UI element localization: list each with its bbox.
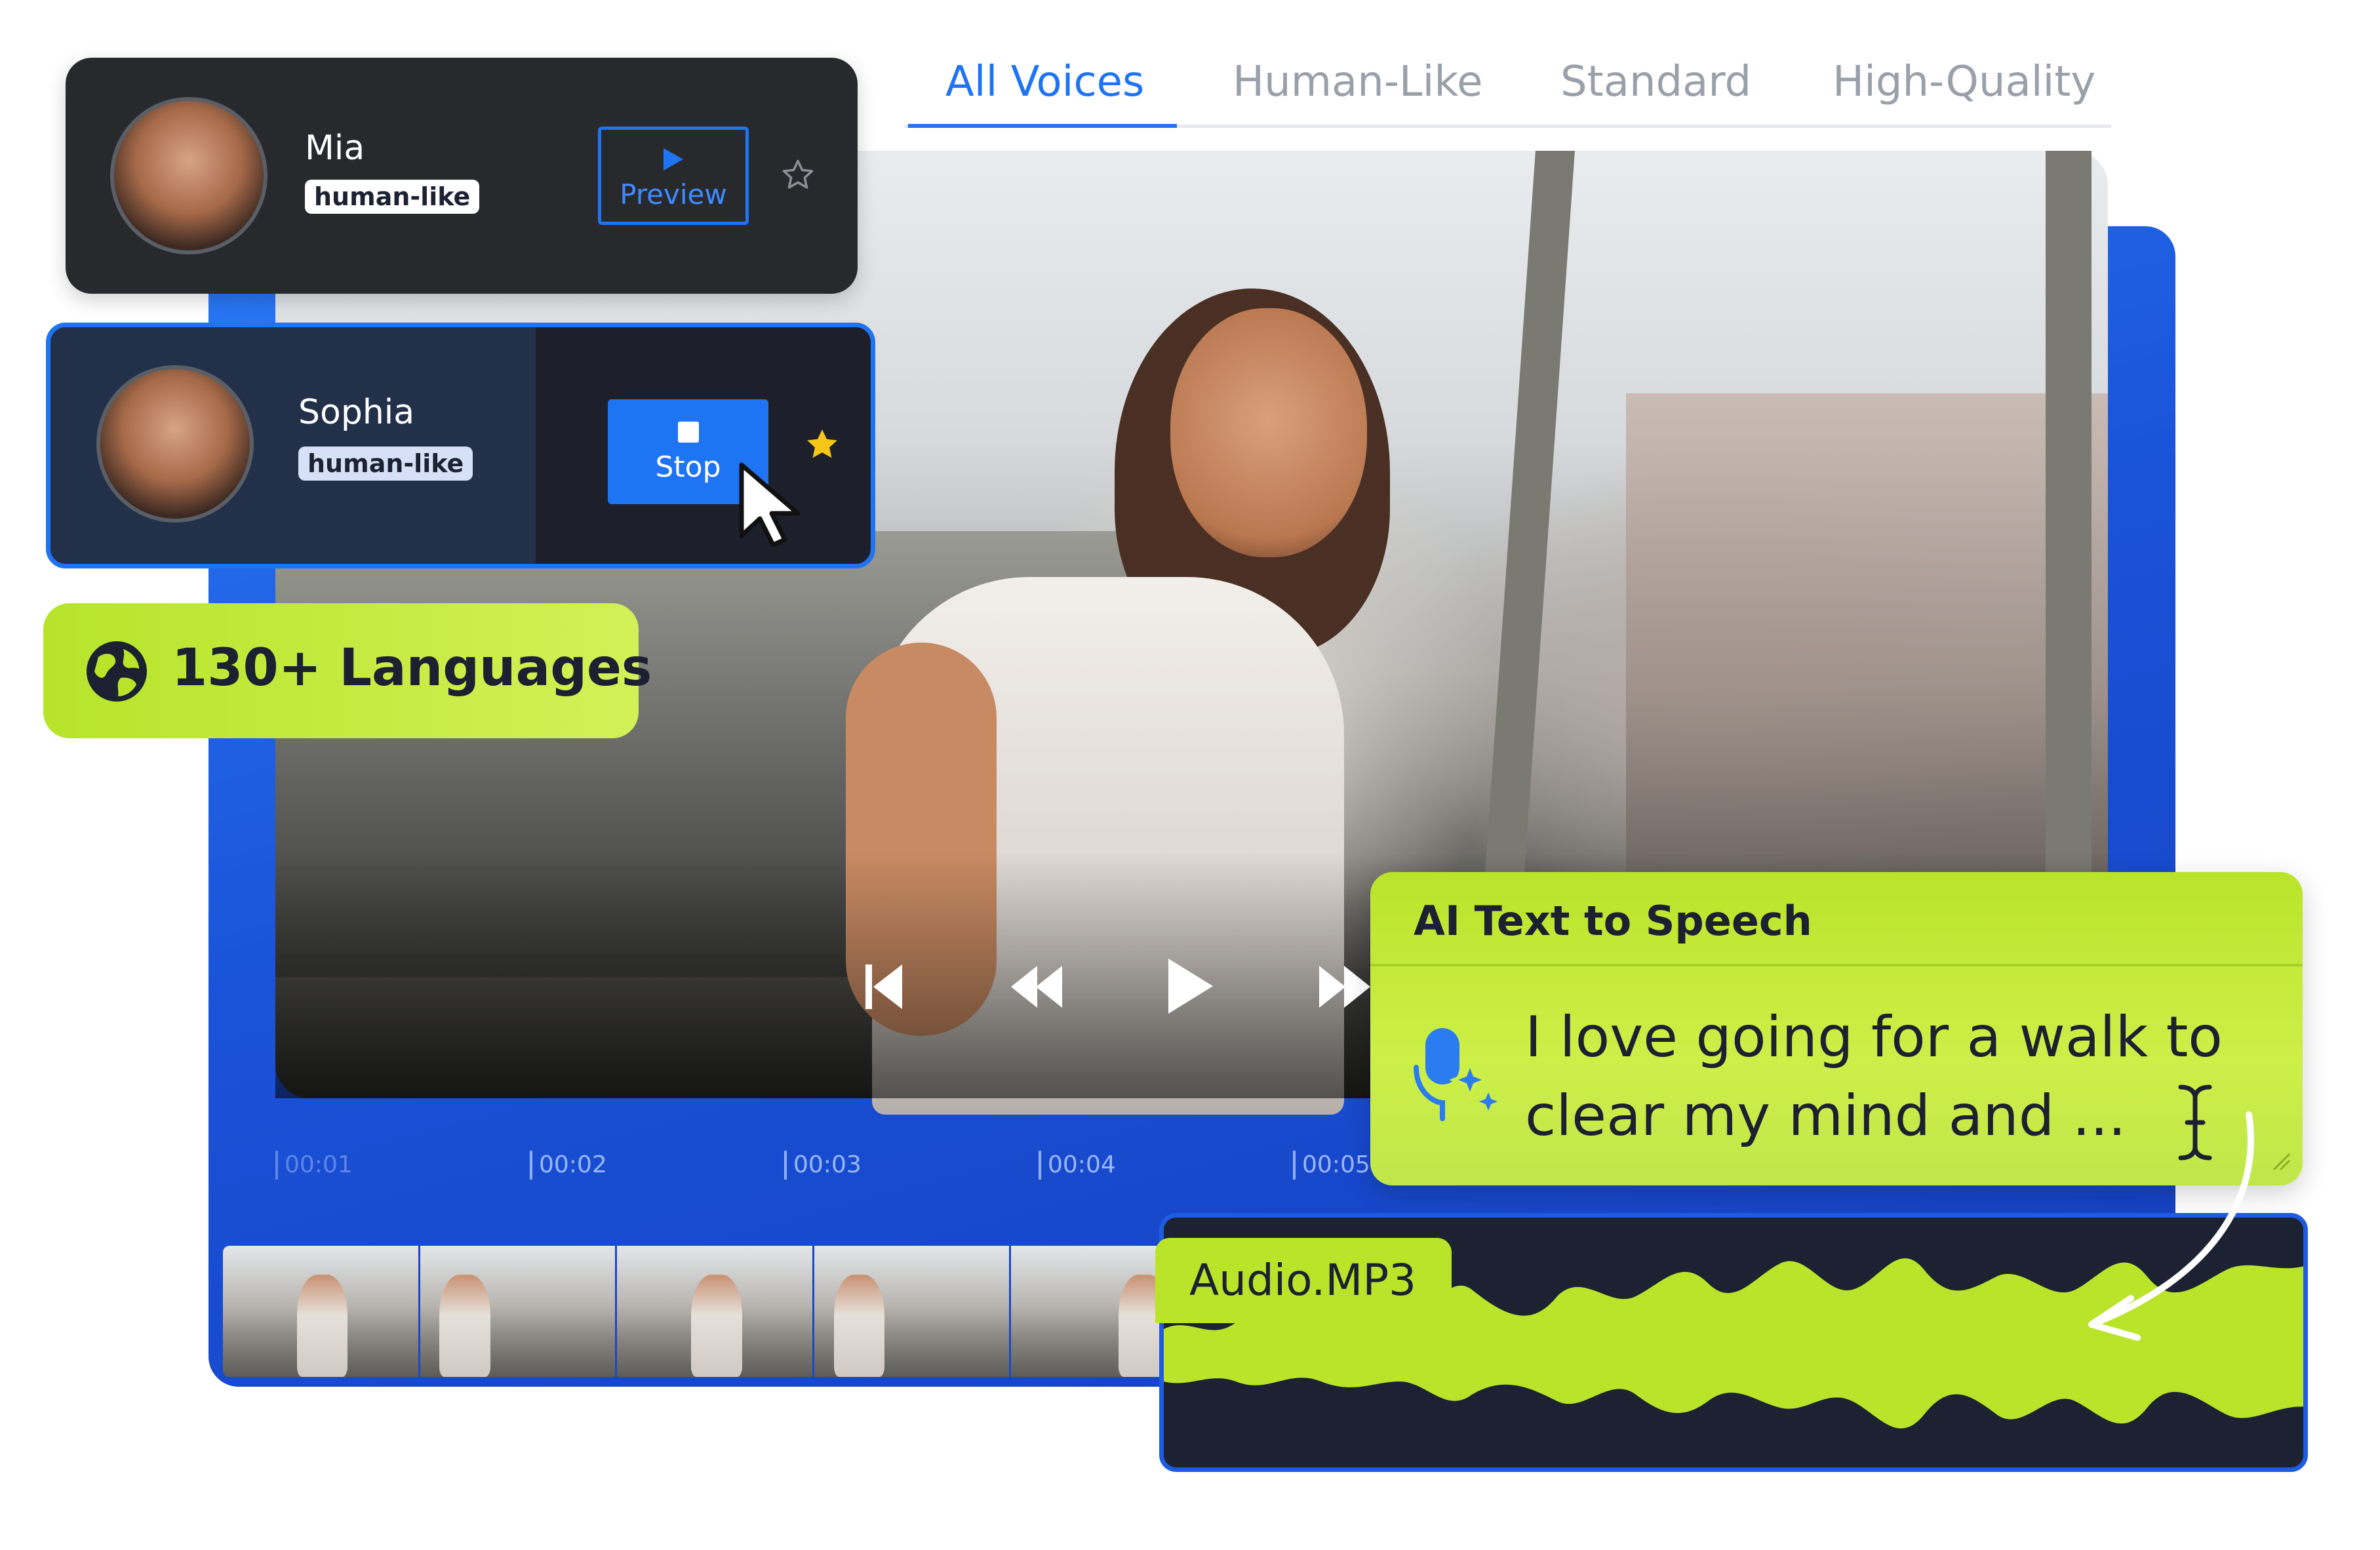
street-pole-right <box>2046 151 2092 872</box>
avatar <box>110 97 268 254</box>
rewind-icon[interactable] <box>1010 961 1063 1013</box>
filmstrip-frame <box>223 1246 420 1377</box>
timeline-tick: 00:05 <box>1293 1151 1370 1180</box>
skip-back-icon[interactable] <box>864 961 903 1013</box>
filmstrip-frame <box>420 1246 618 1377</box>
voice-name: Mia <box>305 129 365 168</box>
mouse-cursor-icon <box>738 462 810 550</box>
fast-forward-icon[interactable] <box>1318 961 1372 1013</box>
audio-file-tab: Audio.MP3 <box>1155 1238 1452 1323</box>
filmstrip-frame <box>617 1246 814 1377</box>
tts-header: AI Text to Speech <box>1370 872 2303 966</box>
languages-label: 130+ Languages <box>172 639 652 698</box>
tab-standard[interactable]: Standard <box>1560 58 1751 106</box>
favorite-star-filled-icon[interactable] <box>803 426 841 466</box>
voice-card-mia[interactable]: Mia human-like Preview <box>66 58 858 294</box>
tab-human-like[interactable]: Human-Like <box>1233 58 1483 106</box>
timeline-tick: 00:04 <box>1039 1151 1116 1180</box>
preview-button[interactable]: Preview <box>598 127 749 225</box>
favorite-star-icon[interactable] <box>780 157 816 195</box>
ai-microphone-icon[interactable] <box>1411 1024 1503 1125</box>
person-face <box>1170 308 1367 557</box>
video-filmstrip[interactable] <box>223 1246 1206 1377</box>
timeline-tick: 00:01 <box>275 1151 353 1180</box>
voice-tag-badge: human-like <box>298 447 473 481</box>
filmstrip-frame <box>814 1246 1012 1377</box>
voice-tag-badge: human-like <box>305 180 480 214</box>
tab-high-quality[interactable]: High-Quality <box>1833 58 2095 106</box>
play-icon <box>664 148 683 170</box>
globe-icon <box>83 637 151 708</box>
tab-all-voices[interactable]: All Voices <box>945 58 1144 106</box>
timeline-tick: 00:02 <box>530 1151 607 1180</box>
background-building-right <box>1626 393 2108 892</box>
audio-file-label: Audio.MP3 <box>1189 1255 1417 1305</box>
resize-handle-icon[interactable] <box>2271 1151 2291 1174</box>
play-icon[interactable] <box>1166 956 1216 1016</box>
tts-title: AI Text to Speech <box>1414 897 1812 945</box>
voice-name: Sophia <box>298 393 415 432</box>
preview-button-label: Preview <box>620 178 727 210</box>
languages-badge: 130+ Languages <box>43 603 652 738</box>
curved-arrow-icon <box>2065 1108 2262 1347</box>
avatar <box>96 365 254 523</box>
stop-icon <box>677 422 699 443</box>
timeline-tick: 00:03 <box>784 1151 862 1180</box>
voice-filter-tabs: All Voices Human-Like Standard High-Qual… <box>905 39 2111 128</box>
active-tab-indicator <box>908 124 1177 128</box>
